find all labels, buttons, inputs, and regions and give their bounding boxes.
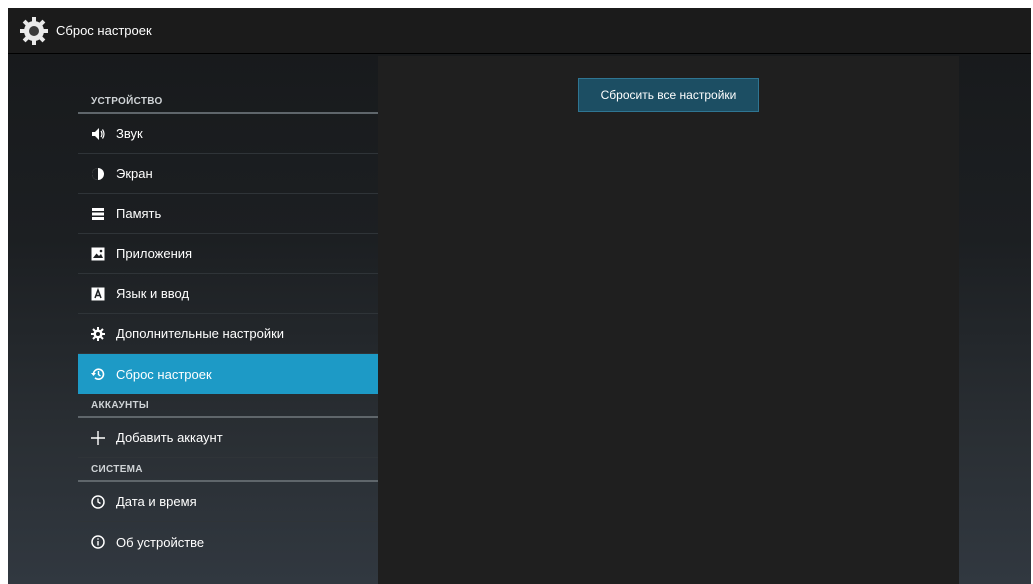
reset-icon: [90, 366, 106, 382]
section-header-accounts: АККАУНТЫ: [78, 394, 378, 418]
sidebar-item-storage[interactable]: Память: [78, 194, 378, 234]
content-panel: Сбросить все настройки: [378, 56, 959, 584]
reset-all-settings-button[interactable]: Сбросить все настройки: [578, 78, 759, 112]
info-icon: [90, 534, 106, 550]
sidebar-item-label: Приложения: [116, 246, 193, 261]
gear-icon[interactable]: [16, 13, 52, 49]
brightness-icon: [90, 166, 106, 182]
sidebar-item-sound[interactable]: Звук: [78, 114, 378, 154]
sidebar-item-label: Добавить аккаунт: [116, 430, 223, 445]
sidebar-item-label: Язык и ввод: [116, 286, 190, 301]
sidebar-item-display[interactable]: Экран: [78, 154, 378, 194]
section-header-device: УСТРОЙСТВО: [78, 90, 378, 114]
sidebar-item-date-time[interactable]: Дата и время: [78, 482, 378, 522]
sidebar-item-label: Память: [116, 206, 162, 221]
page-title: Сброс настроек: [56, 23, 152, 38]
sidebar-item-label: Звук: [116, 126, 143, 141]
settings-screen: Сброс настроек УСТРОЙСТВО Звук Экран Пам…: [8, 8, 1031, 584]
sidebar-item-language[interactable]: Язык и ввод: [78, 274, 378, 314]
section-header-system: СИСТЕМА: [78, 458, 378, 482]
clock-icon: [90, 494, 106, 510]
sidebar-item-label: Экран: [116, 166, 153, 181]
storage-icon: [90, 206, 106, 222]
sidebar-item-label: Сброс настроек: [116, 366, 212, 382]
apps-icon: [90, 246, 106, 262]
sidebar-item-apps[interactable]: Приложения: [78, 234, 378, 274]
sidebar-item-label: Дополнительные настройки: [116, 326, 285, 341]
settings-sidebar: УСТРОЙСТВО Звук Экран Память Приложения …: [78, 90, 378, 562]
sidebar-item-reset[interactable]: Сброс настроек: [78, 354, 378, 394]
action-bar: Сброс настроек: [8, 8, 1031, 54]
sidebar-item-about[interactable]: Об устройстве: [78, 522, 378, 562]
sidebar-item-label: Дата и время: [116, 494, 197, 509]
sidebar-item-add-account[interactable]: Добавить аккаунт: [78, 418, 378, 458]
volume-icon: [90, 126, 106, 142]
plus-icon: [90, 430, 106, 446]
sidebar-item-label: Об устройстве: [116, 534, 205, 550]
gear-icon: [90, 326, 106, 342]
language-icon: [90, 286, 106, 302]
sidebar-item-advanced[interactable]: Дополнительные настройки: [78, 314, 378, 354]
